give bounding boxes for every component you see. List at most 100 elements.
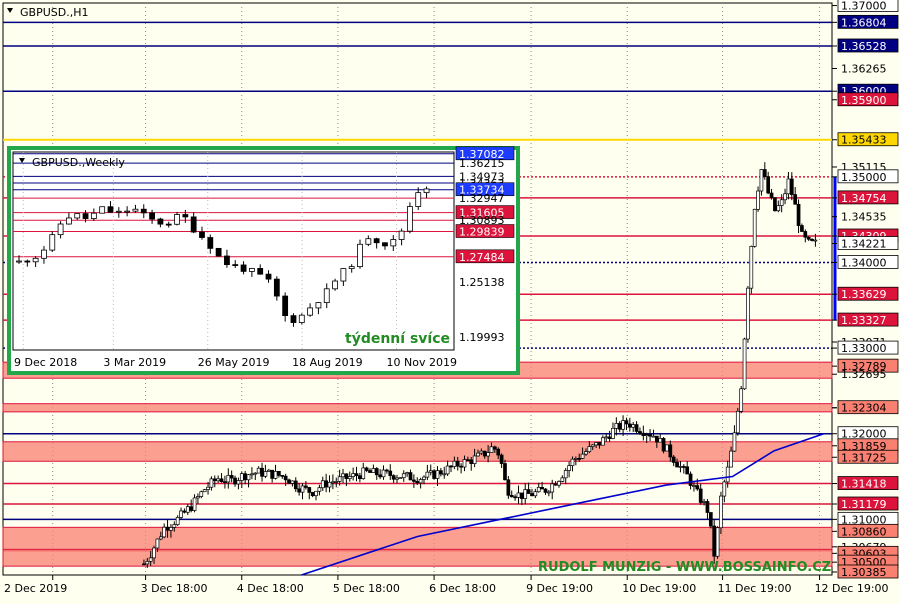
candle-body: [331, 481, 335, 484]
inset-candle-body: [132, 208, 139, 212]
candle-body: [671, 456, 676, 463]
candle-body: [526, 489, 531, 494]
inset-candle-body: [332, 280, 338, 290]
x-axis-tick-label: 4 Dec 18:00: [237, 582, 304, 595]
candle-body: [725, 466, 730, 483]
candle-body: [233, 477, 237, 485]
candle-body: [746, 287, 750, 340]
candle-body: [354, 473, 359, 477]
price-tag-label: 1.30385: [841, 566, 887, 579]
candle-body: [327, 481, 332, 488]
candle-body: [644, 434, 649, 436]
candle-body: [324, 480, 328, 488]
candle-body: [290, 480, 295, 484]
candle-body: [705, 501, 710, 513]
candle-body: [698, 488, 703, 503]
candle-body: [364, 467, 369, 471]
candle-body: [280, 475, 285, 477]
inset-candle-body: [273, 278, 280, 297]
candle-body: [638, 431, 642, 434]
candle-body: [550, 483, 555, 493]
candle-body: [219, 478, 224, 483]
price-scale-label: 1.32695: [841, 368, 887, 381]
candle-body: [607, 436, 612, 439]
candle-body: [634, 424, 639, 432]
candle-body: [722, 481, 727, 497]
inset-price-scale-label: 1.19993: [459, 331, 505, 344]
support-resistance-zone: [2, 441, 833, 462]
candle-body: [732, 432, 737, 452]
inset-x-axis-label: 18 Aug 2019: [292, 356, 362, 369]
candle-body: [263, 471, 268, 477]
inset-candle-body: [107, 206, 114, 213]
candle-body: [304, 485, 308, 488]
candle-body: [661, 438, 666, 452]
candle-body: [493, 446, 497, 450]
candle-body: [381, 469, 386, 478]
candle-body: [695, 485, 700, 490]
candle-body: [226, 475, 231, 483]
candle-body: [148, 557, 153, 562]
candle-body: [536, 486, 541, 493]
candle-body: [557, 481, 561, 486]
candle-body: [206, 486, 210, 490]
inset-candle-body: [248, 268, 255, 272]
candle-body: [412, 479, 416, 482]
candle-body: [577, 458, 582, 460]
candle-body: [334, 481, 339, 483]
candle-body: [445, 465, 450, 475]
inset-candle-body: [124, 210, 131, 213]
candle-body: [604, 436, 609, 439]
inset-candle-body: [407, 206, 413, 232]
candle-body: [371, 468, 376, 473]
candle-body: [229, 475, 234, 479]
inset-candle-body: [357, 243, 363, 268]
inset-candle-body: [32, 257, 39, 263]
inset-x-axis-label: 10 Nov 2019: [387, 356, 457, 369]
inset-price-scale-label: 1.32947: [459, 192, 505, 205]
candle-body: [277, 470, 281, 476]
candle-body: [442, 473, 447, 476]
candle-body: [358, 475, 362, 479]
price-tag-label: 1.36528: [841, 40, 887, 53]
candle-body: [803, 231, 808, 238]
candle-body: [729, 450, 733, 468]
x-axis-tick-label: 12 Dec 19:00: [815, 582, 889, 595]
candle-body: [300, 485, 305, 493]
candle-body: [563, 470, 568, 479]
candle-body: [158, 536, 163, 540]
candle-body: [800, 225, 804, 232]
candle-body: [759, 169, 764, 192]
price-tag-label: 1.36804: [841, 16, 887, 29]
candle-body: [739, 388, 744, 412]
price-tag-label: 1.30860: [841, 525, 887, 538]
candle-body: [162, 526, 167, 538]
candle-body: [489, 446, 494, 453]
candle-body: [246, 474, 251, 481]
candle-body: [516, 492, 521, 498]
inset-price-tag-label: 1.27484: [459, 251, 505, 264]
inset-candle-body: [290, 315, 297, 323]
inset-candle-body: [74, 213, 81, 219]
candle-body: [715, 527, 720, 557]
price-tag-label: 1.33000: [841, 342, 887, 355]
candle-body: [486, 452, 490, 457]
candle-body: [223, 481, 227, 484]
inset-candle-body: [174, 214, 180, 225]
price-tag-label: 1.31725: [841, 451, 887, 464]
inset-candle-body: [398, 230, 405, 240]
price-tag-label: 1.31418: [841, 478, 887, 491]
candle-body: [533, 491, 538, 497]
candle-body: [756, 190, 760, 210]
candle-body: [509, 494, 514, 498]
candle-body: [712, 525, 717, 557]
inset-candle-body: [165, 223, 172, 226]
x-axis-tick-label: 3 Dec 18:00: [141, 582, 208, 595]
candle-body: [459, 465, 463, 468]
candle-body: [260, 467, 264, 477]
candle-body: [641, 432, 646, 436]
candle-body: [631, 424, 636, 428]
candle-body: [590, 444, 595, 447]
candle-body: [648, 434, 652, 437]
candle-body: [688, 473, 693, 486]
